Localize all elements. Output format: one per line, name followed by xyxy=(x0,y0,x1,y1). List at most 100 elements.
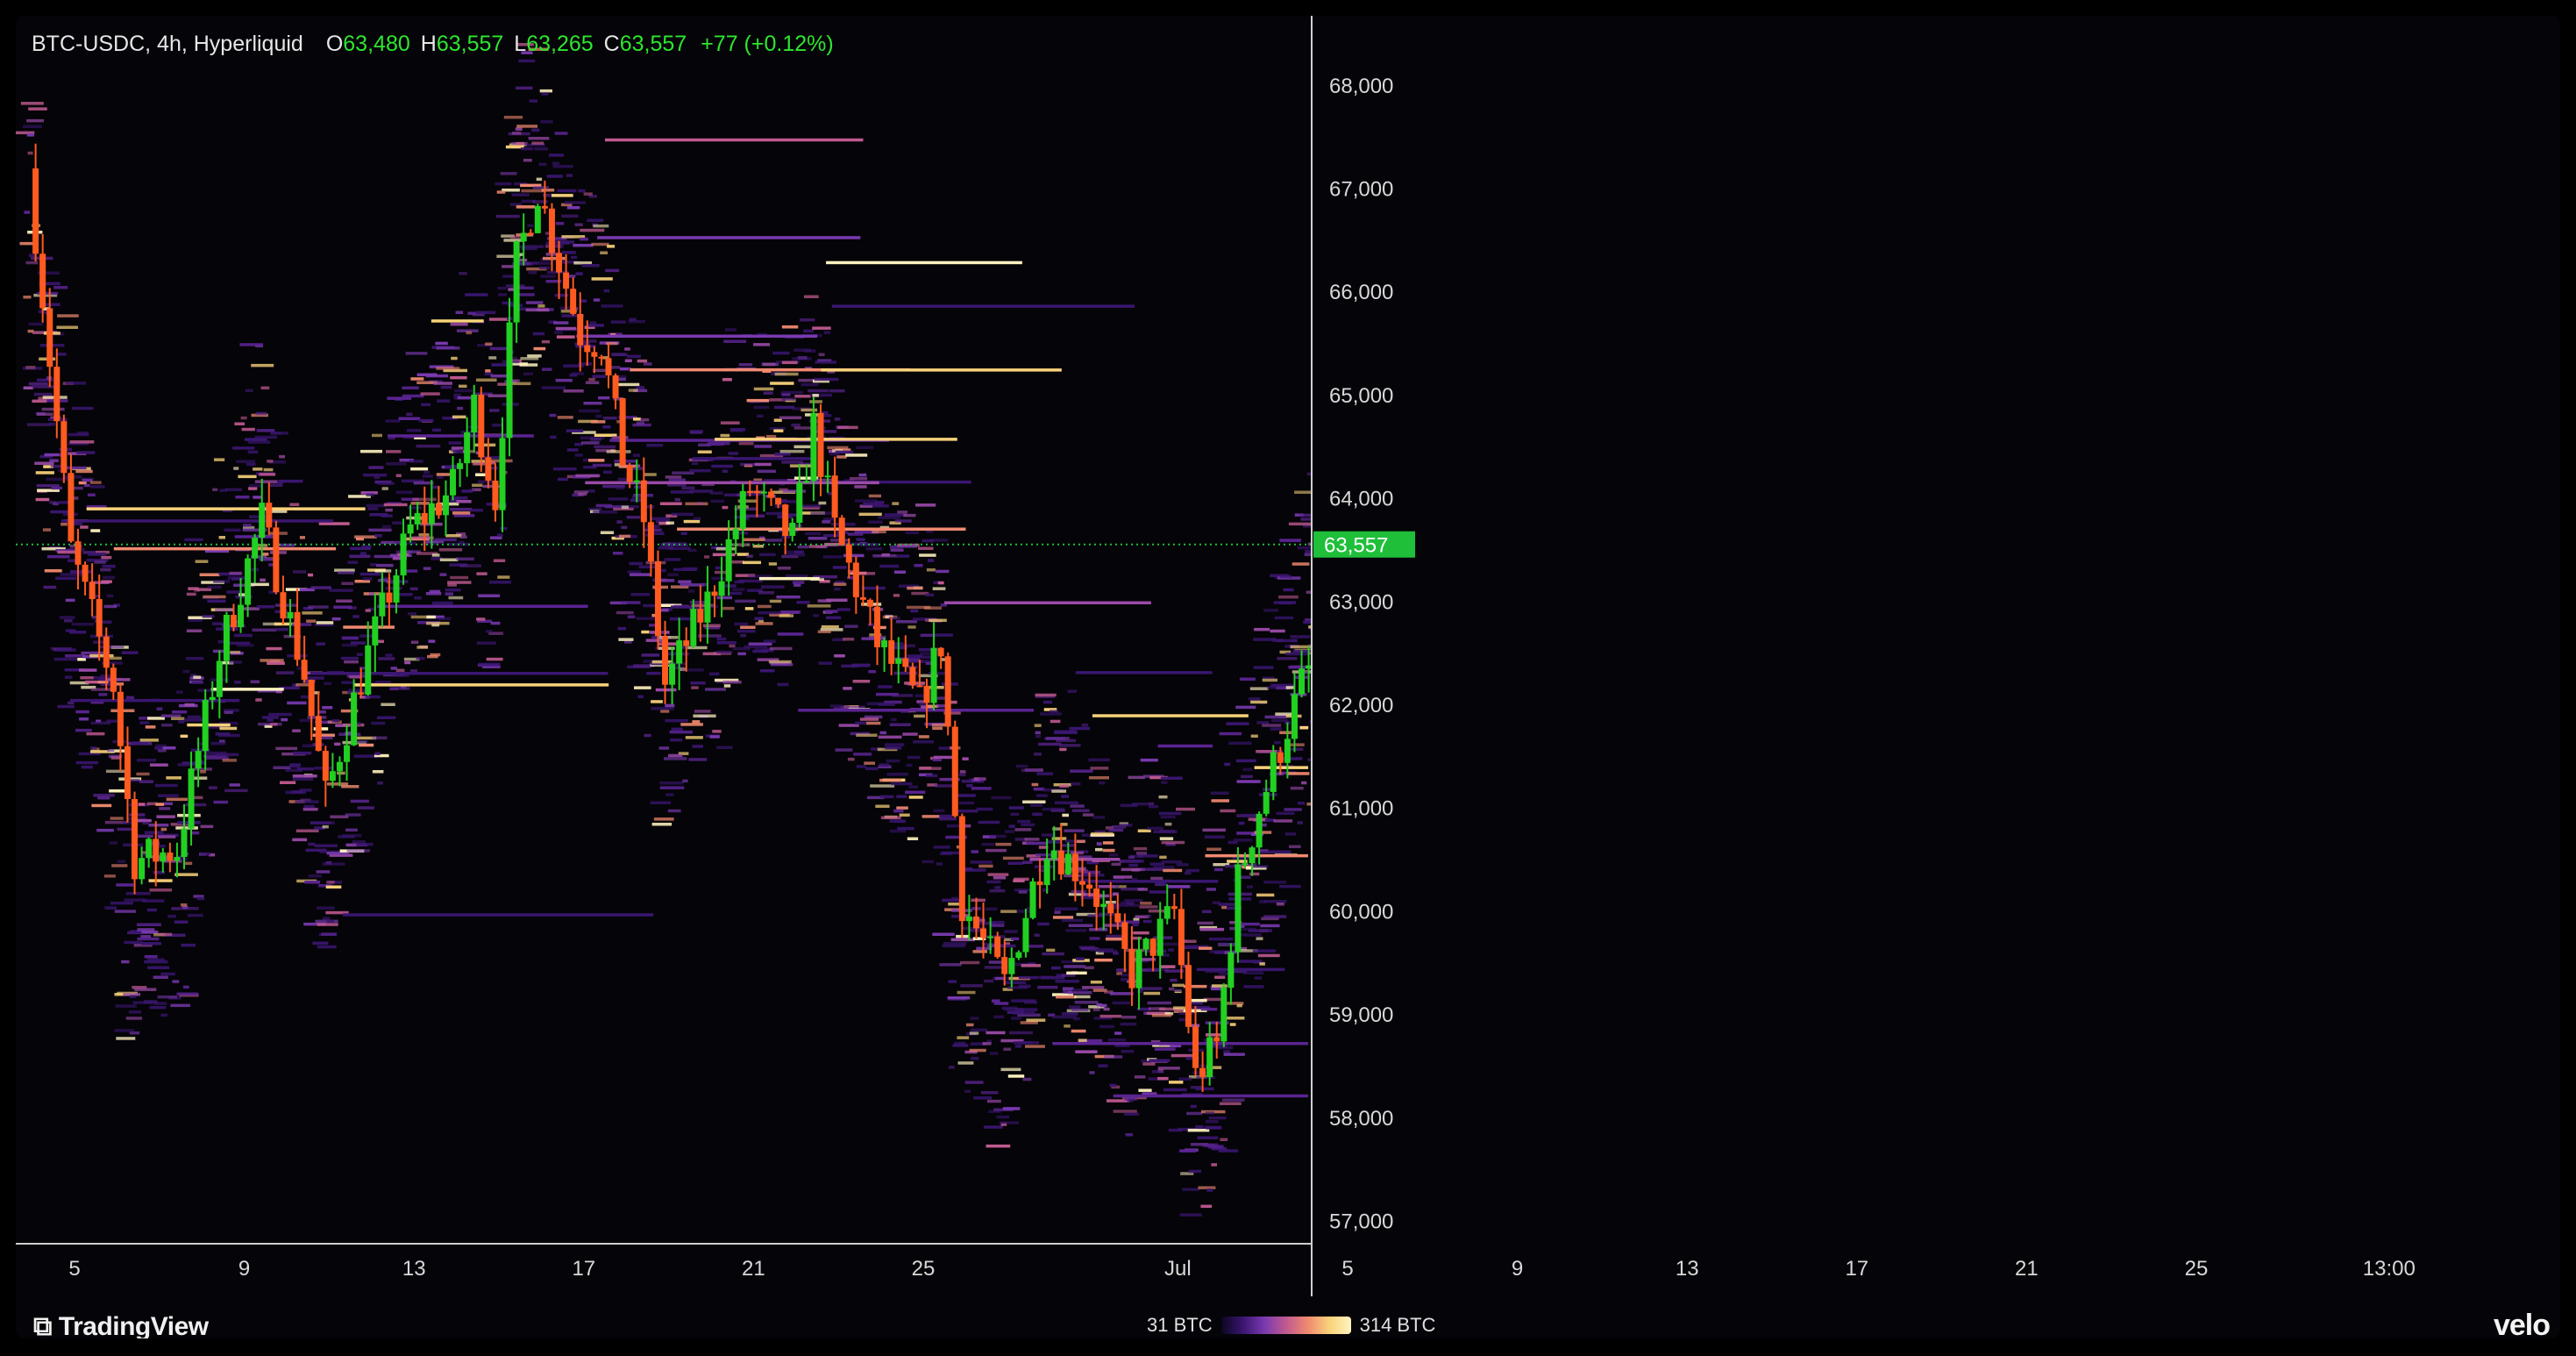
liquidity-cell xyxy=(650,517,671,521)
liquidity-cell xyxy=(71,406,94,410)
liquidity-cell xyxy=(1163,868,1183,873)
liquidity-cell xyxy=(178,907,199,910)
liquidity-cell xyxy=(1111,862,1121,867)
liquidity-cell xyxy=(1127,1099,1134,1103)
liquidity-cell xyxy=(281,717,288,722)
liquidity-cell xyxy=(459,540,465,545)
liquidity-cell xyxy=(426,621,450,625)
liquidity-cell xyxy=(689,430,703,433)
liquidity-cell xyxy=(786,574,808,578)
liquidity-cell xyxy=(1168,885,1191,889)
liquidity-cell xyxy=(603,289,610,293)
liquidity-cell xyxy=(794,395,811,398)
liquidity-cell xyxy=(606,450,631,453)
liquidity-cell xyxy=(267,460,274,463)
liquidity-cell xyxy=(34,461,54,465)
liquidity-cell xyxy=(902,732,918,736)
liquidity-cell xyxy=(1260,924,1280,928)
liquidity-cell xyxy=(172,980,180,983)
liquidity-cell xyxy=(271,432,288,435)
liquidity-cell xyxy=(1030,803,1042,807)
liquidity-cell xyxy=(1042,807,1065,811)
liquidity-cell xyxy=(566,206,580,210)
liquidity-cell xyxy=(1163,1088,1187,1092)
liquidity-cell xyxy=(308,874,322,878)
candle-up xyxy=(181,828,188,858)
liquidity-cell xyxy=(613,552,623,555)
liquidity-cell xyxy=(537,308,550,311)
liquidity-cell xyxy=(181,943,196,947)
liquidity-cell xyxy=(316,621,334,624)
candle-up xyxy=(160,852,167,862)
liquidity-cell xyxy=(984,966,1005,969)
liquidity-cell xyxy=(1038,742,1062,746)
liquidity-cell xyxy=(556,335,575,339)
candle-up xyxy=(188,768,195,829)
liquidity-cell xyxy=(674,497,680,502)
liquidity-level xyxy=(1205,853,1308,858)
liquidity-cell xyxy=(907,625,916,629)
liquidity-cell xyxy=(450,323,468,326)
liquidity-level xyxy=(310,672,608,675)
liquidity-cell xyxy=(377,482,395,485)
liquidity-cell xyxy=(896,806,908,810)
liquidity-cell xyxy=(184,538,203,542)
liquidity-cell xyxy=(605,268,620,273)
liquidity-cell xyxy=(791,423,801,427)
liquidity-cell xyxy=(111,864,128,867)
liquidity-cell xyxy=(1247,885,1253,889)
liquidity-cell xyxy=(1254,976,1262,980)
liquidity-cell xyxy=(1125,1133,1133,1137)
liquidity-cell xyxy=(1014,828,1032,831)
liquidity-cell xyxy=(865,721,881,725)
liquidity-cell xyxy=(166,776,181,780)
liquidity-cell xyxy=(439,573,447,576)
liquidity-cell xyxy=(374,569,392,573)
liquidity-cell xyxy=(616,520,623,524)
liquidity-cell xyxy=(1056,739,1076,743)
liquidity-level xyxy=(343,913,654,917)
liquidity-cell xyxy=(668,753,683,758)
liquidity-cell xyxy=(153,975,168,979)
liquidity-cell xyxy=(436,346,460,350)
liquidity-cell xyxy=(899,813,910,817)
liquidity-cell xyxy=(314,844,338,847)
liquidity-cell xyxy=(154,746,163,750)
liquidity-cell xyxy=(964,868,986,872)
liquidity-cell xyxy=(1276,811,1295,816)
liquidity-cell xyxy=(716,746,733,749)
liquidity-level xyxy=(758,576,820,581)
liquidity-cell xyxy=(410,502,430,505)
liquidity-cell xyxy=(878,735,902,739)
liquidity-cell xyxy=(1185,868,1199,873)
liquidity-cell xyxy=(991,796,1012,800)
liquidity-cell xyxy=(748,642,772,646)
liquidity-cell xyxy=(1007,861,1023,865)
liquidity-cell xyxy=(905,531,920,535)
liquidity-cell xyxy=(1256,893,1275,897)
liquidity-cell xyxy=(709,491,723,495)
liquidity-cell xyxy=(65,598,75,603)
liquidity-cell xyxy=(738,441,754,446)
liquidity-cell xyxy=(591,277,613,281)
liquidity-cell xyxy=(579,237,588,241)
liquidity-cell xyxy=(200,770,206,774)
liquidity-cell xyxy=(1069,726,1090,731)
liquidity-cell xyxy=(573,244,594,247)
liquidity-cell xyxy=(477,480,486,483)
liquidity-cell xyxy=(765,511,785,516)
liquidity-cell xyxy=(454,389,473,393)
liquidity-cell xyxy=(1163,953,1170,957)
liquidity-cell xyxy=(1206,888,1216,891)
liquidity-cell xyxy=(69,570,93,574)
price-chart[interactable]: 68,00067,00066,00065,00064,00063,00062,0… xyxy=(16,16,2560,1338)
liquidity-cell xyxy=(875,804,890,808)
liquidity-cell xyxy=(779,416,802,419)
liquidity-cell xyxy=(646,671,661,675)
liquidity-cell xyxy=(1061,918,1084,923)
liquidity-cell xyxy=(386,462,407,466)
liquidity-cell xyxy=(534,147,548,151)
liquidity-cell xyxy=(650,801,672,804)
liquidity-cell xyxy=(1273,819,1293,823)
liquidity-cell xyxy=(541,386,566,389)
